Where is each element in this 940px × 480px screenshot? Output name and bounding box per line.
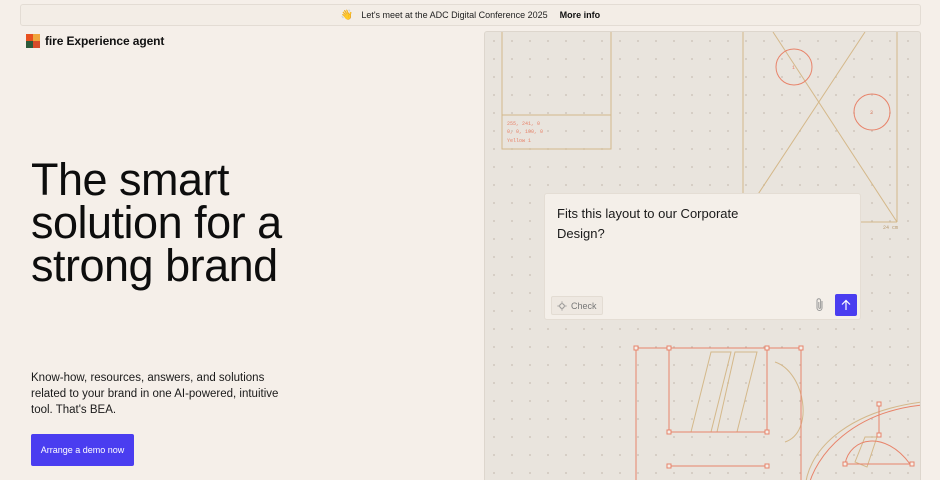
arrange-demo-button[interactable]: Arrange a demo now: [31, 434, 134, 466]
brand-name: fire Experience agent: [45, 34, 165, 48]
chat-prompt-line: Design?: [557, 226, 605, 241]
chat-card: Fits this layout to our Corporate Design…: [544, 193, 861, 320]
headline-line: solution for a: [31, 197, 282, 248]
send-button[interactable]: [835, 294, 857, 316]
headline-line: strong brand: [31, 240, 278, 291]
arrow-up-icon: [841, 299, 851, 310]
check-button[interactable]: Check: [551, 296, 603, 315]
headline-line: The smart: [31, 154, 230, 205]
more-info-link[interactable]: More info: [560, 10, 601, 20]
announcement-bar: 👋 Let's meet at the ADC Digital Conferen…: [20, 4, 921, 26]
chat-prompt[interactable]: Fits this layout to our Corporate Design…: [557, 204, 807, 244]
hero-headline: The smart solution for a strong brand: [31, 154, 451, 291]
paperclip-icon[interactable]: [814, 297, 826, 313]
announcement-text: Let's meet at the ADC Digital Conference…: [361, 10, 548, 20]
swatch-cmyk: 0, 0, 100, 0: [507, 129, 543, 135]
chat-prompt-line: Fits this layout to our Corporate: [557, 206, 739, 221]
hero-description: Know-how, resources, answers, and soluti…: [31, 372, 279, 416]
dimension-label: 24 cm: [883, 225, 898, 231]
wave-emoji: 👋: [340, 9, 354, 21]
swatch-name: Yellow 1: [507, 138, 531, 144]
logo-icon: [26, 34, 40, 48]
sparkle-icon: [557, 301, 567, 310]
swatch-rgb: 255, 241, 0: [507, 121, 540, 127]
check-label: Check: [571, 300, 597, 311]
circle-label: 1: [792, 65, 795, 71]
brand-logo[interactable]: fire Experience agent: [26, 34, 164, 48]
circle-label: 2: [870, 110, 873, 116]
